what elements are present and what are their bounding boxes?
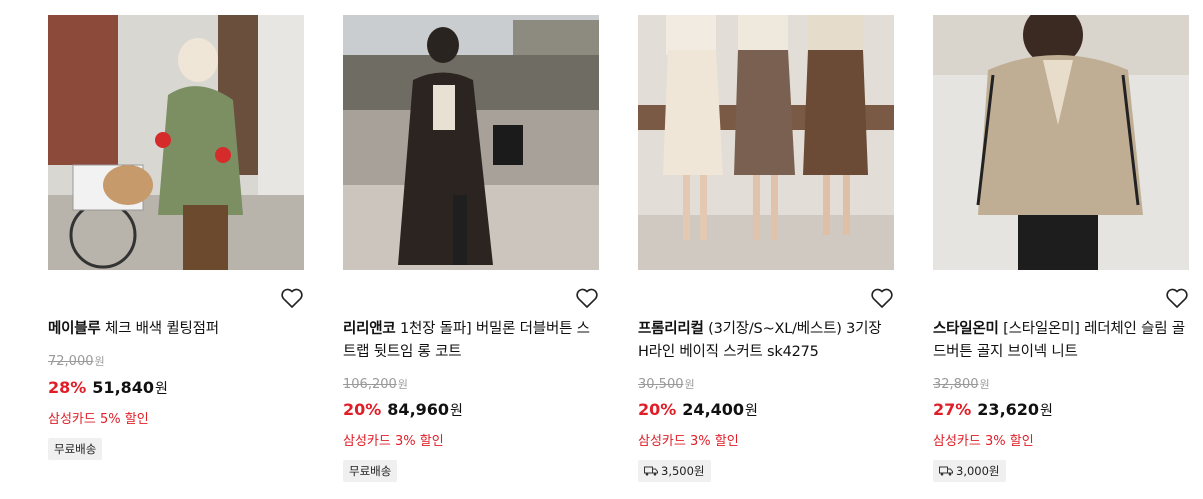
shipping-fee-badge: 3,000원 xyxy=(933,460,1006,482)
original-price: 106,200원 xyxy=(343,377,408,392)
sale-price: 20% 24,400원 xyxy=(638,400,758,419)
sale-price: 20% 84,960원 xyxy=(343,400,463,419)
product-title[interactable]: 스타일온미 [스타일온미] 레더체인 슬림 골드버튼 골지 브이넥 니트 xyxy=(933,318,1189,364)
shipping-badge: 무료배송 xyxy=(343,460,398,482)
product-photo xyxy=(343,15,599,270)
brand-name: 리리앤코 xyxy=(343,321,396,337)
wishlist-heart-icon[interactable] xyxy=(280,287,304,309)
truck-icon xyxy=(644,466,658,476)
card-benefit: 삼성카드 3% 할인 xyxy=(638,434,739,449)
brand-name: 프롬리리컬 xyxy=(638,321,704,337)
discount-rate: 27% xyxy=(933,400,972,419)
brand-name: 스타일온미 xyxy=(933,321,999,337)
product-card[interactable]: 메이블루 체크 배색 퀼팅점퍼 72,000원 28% 51,840원 삼성카드 … xyxy=(48,0,304,499)
product-photo xyxy=(48,15,304,270)
discount-rate: 28% xyxy=(48,378,87,397)
product-title[interactable]: 메이블루 체크 배색 퀼팅점퍼 xyxy=(48,318,304,341)
wishlist-heart-icon[interactable] xyxy=(870,287,894,309)
wishlist-heart-icon[interactable] xyxy=(1165,287,1189,309)
original-price: 32,800원 xyxy=(933,377,990,392)
truck-icon xyxy=(939,466,953,476)
sale-price: 27% 23,620원 xyxy=(933,400,1053,419)
product-card[interactable]: 프롬리리컬 (3기장/S~XL/베스트) 3기장 H라인 베이직 스커트 sk4… xyxy=(638,0,894,499)
card-benefit: 삼성카드 3% 할인 xyxy=(933,434,1034,449)
original-price: 72,000원 xyxy=(48,354,105,369)
product-card[interactable]: 리리앤코 1천장 돌파] 버밀론 더블버튼 스트랩 뒷트임 롱 코트 106,2… xyxy=(343,0,599,499)
shipping-fee-badge: 3,500원 xyxy=(638,460,711,482)
product-name: 체크 배색 퀼팅점퍼 xyxy=(100,321,219,337)
brand-name: 메이블루 xyxy=(48,321,101,337)
original-price: 30,500원 xyxy=(638,377,695,392)
product-image[interactable] xyxy=(343,15,599,270)
product-photo xyxy=(933,15,1189,270)
product-image[interactable] xyxy=(638,15,894,270)
card-benefit: 삼성카드 3% 할인 xyxy=(343,434,444,449)
product-title[interactable]: 리리앤코 1천장 돌파] 버밀론 더블버튼 스트랩 뒷트임 롱 코트 xyxy=(343,318,599,364)
discount-rate: 20% xyxy=(343,400,382,419)
sale-price: 28% 51,840원 xyxy=(48,378,168,397)
product-image[interactable] xyxy=(48,15,304,270)
product-card[interactable]: 스타일온미 [스타일온미] 레더체인 슬림 골드버튼 골지 브이넥 니트 32,… xyxy=(933,0,1189,499)
product-photo xyxy=(638,15,894,270)
product-title[interactable]: 프롬리리컬 (3기장/S~XL/베스트) 3기장 H라인 베이직 스커트 sk4… xyxy=(638,318,894,364)
shipping-badge: 무료배송 xyxy=(48,438,103,460)
product-image[interactable] xyxy=(933,15,1189,270)
card-benefit: 삼성카드 5% 할인 xyxy=(48,412,149,427)
discount-rate: 20% xyxy=(638,400,677,419)
wishlist-heart-icon[interactable] xyxy=(575,287,599,309)
